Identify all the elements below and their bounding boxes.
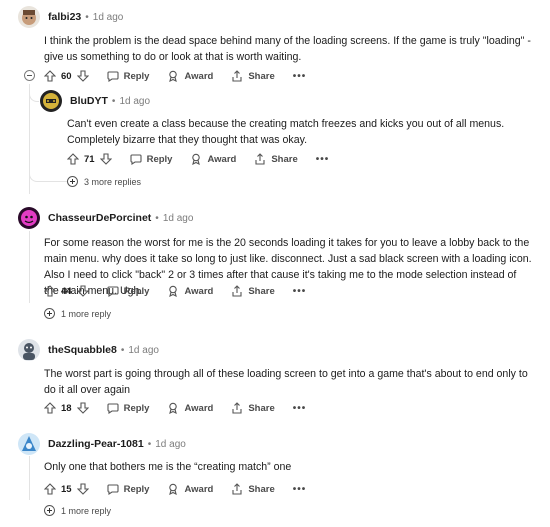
comment-header: theSquabble8 • 1d ago	[18, 339, 159, 361]
speech-bubble-icon	[107, 483, 119, 495]
downvote-icon[interactable]	[76, 483, 89, 495]
downvote-icon[interactable]	[76, 70, 89, 82]
upvote-icon[interactable]	[44, 483, 56, 495]
award-ribbon-icon	[190, 153, 202, 165]
award-ribbon-icon	[167, 285, 179, 297]
share-button[interactable]: Share	[231, 483, 275, 495]
plus-circle-icon	[67, 176, 78, 187]
comment-body: The worst part is going through all of t…	[44, 368, 528, 396]
more-options-button[interactable]: •••	[293, 71, 307, 82]
collapse-thread-button[interactable]	[24, 70, 35, 81]
vote-count: 71	[84, 153, 95, 165]
comment-timestamp: 1d ago	[119, 95, 151, 107]
upvote-icon[interactable]	[44, 70, 56, 82]
comment-header: ChasseurDePorcinet • 1d ago	[18, 207, 193, 229]
comment-actions: 44 Reply Award Share •••	[44, 282, 306, 300]
reply-button[interactable]: Reply	[107, 402, 149, 414]
thread-connector	[29, 92, 39, 102]
more-replies-button[interactable]: 1 more reply	[44, 308, 111, 319]
thread-line[interactable]	[29, 231, 30, 303]
plus-circle-icon	[44, 505, 55, 516]
upvote-icon[interactable]	[67, 153, 79, 165]
comment-author[interactable]: falbi23	[48, 11, 81, 23]
avatar[interactable]	[40, 90, 62, 112]
award-button[interactable]: Award	[167, 285, 213, 297]
comment-body: I think the problem is the dead space be…	[44, 35, 531, 63]
more-replies-label: 1 more reply	[61, 505, 112, 516]
vote-count: 44	[61, 285, 72, 297]
comment-timestamp: 1d ago	[92, 11, 124, 23]
more-replies-button[interactable]: 1 more reply	[44, 505, 111, 516]
speech-bubble-icon	[107, 402, 119, 414]
avatar[interactable]	[18, 433, 40, 455]
more-replies-button[interactable]: 3 more replies	[67, 176, 141, 187]
more-options-button[interactable]: •••	[293, 286, 307, 297]
separator-dot: •	[155, 212, 159, 224]
vote-count: 18	[61, 402, 72, 414]
comment-body: Can't even create a class because the cr…	[67, 118, 505, 146]
reply-button[interactable]: Reply	[107, 483, 149, 495]
more-replies-label: 1 more reply	[61, 308, 112, 319]
reply-button[interactable]: Reply	[107, 285, 149, 297]
award-button[interactable]: Award	[190, 153, 236, 165]
share-button[interactable]: Share	[231, 285, 275, 297]
separator-dot: •	[85, 11, 89, 23]
more-options-button[interactable]: •••	[293, 484, 307, 495]
downvote-icon[interactable]	[76, 402, 89, 414]
comment-author[interactable]: theSquabble8	[48, 344, 117, 356]
award-button[interactable]: Award	[167, 70, 213, 82]
comment-author[interactable]: ChasseurDePorcinet	[48, 212, 151, 224]
share-button[interactable]: Share	[231, 402, 275, 414]
comment-author[interactable]: Dazzling-Pear-1081	[48, 438, 144, 450]
comment-actions: 60 Reply Award Share •••	[44, 67, 306, 85]
separator-dot: •	[111, 95, 116, 107]
comment-timestamp: 1d ago	[155, 438, 186, 450]
speech-bubble-icon	[107, 285, 119, 297]
separator-dot: •	[120, 344, 125, 356]
comment-timestamp: 1d ago	[128, 344, 159, 356]
avatar[interactable]	[18, 6, 40, 28]
award-ribbon-icon	[167, 402, 179, 414]
comment-header: falbi23 • 1d ago	[18, 6, 123, 28]
thread-line[interactable]	[29, 456, 30, 500]
speech-bubble-icon	[130, 153, 142, 165]
comment-body: Only one that bothers me is the “creatin…	[44, 461, 292, 473]
more-options-button[interactable]: •••	[293, 403, 307, 414]
reply-button[interactable]: Reply	[107, 70, 149, 82]
upvote-icon[interactable]	[44, 285, 56, 297]
thread-connector	[29, 172, 67, 182]
avatar[interactable]	[18, 339, 40, 361]
more-replies-label: 3 more replies	[84, 176, 142, 187]
award-button[interactable]: Award	[167, 483, 213, 495]
share-button[interactable]: Share	[231, 70, 275, 82]
separator-dot: •	[147, 438, 152, 450]
downvote-icon[interactable]	[99, 153, 112, 165]
comment-actions: 18 Reply Award Share •••	[44, 399, 306, 417]
reply-button[interactable]: Reply	[130, 153, 172, 165]
award-ribbon-icon	[167, 483, 179, 495]
comment-actions: 15 Reply Award Share •••	[44, 480, 306, 498]
share-icon	[231, 483, 243, 495]
share-icon	[231, 285, 243, 297]
comment-actions: 71 Reply Award Share •••	[67, 150, 329, 168]
share-button[interactable]: Share	[254, 153, 298, 165]
comment-timestamp: 1d ago	[162, 212, 194, 224]
share-icon	[254, 153, 266, 165]
more-options-button[interactable]: •••	[316, 154, 330, 165]
comment-header: BluDYT • 1d ago	[40, 90, 150, 112]
avatar[interactable]	[18, 207, 40, 229]
comment-header: Dazzling-Pear-1081 • 1d ago	[18, 433, 186, 455]
plus-circle-icon	[44, 308, 55, 319]
share-icon	[231, 70, 243, 82]
comment-author[interactable]: BluDYT	[70, 95, 108, 107]
award-button[interactable]: Award	[167, 402, 213, 414]
vote-count: 60	[61, 70, 72, 82]
share-icon	[231, 402, 243, 414]
award-ribbon-icon	[167, 70, 179, 82]
speech-bubble-icon	[107, 70, 119, 82]
downvote-icon[interactable]	[76, 285, 89, 297]
vote-count: 15	[61, 483, 72, 495]
upvote-icon[interactable]	[44, 402, 56, 414]
